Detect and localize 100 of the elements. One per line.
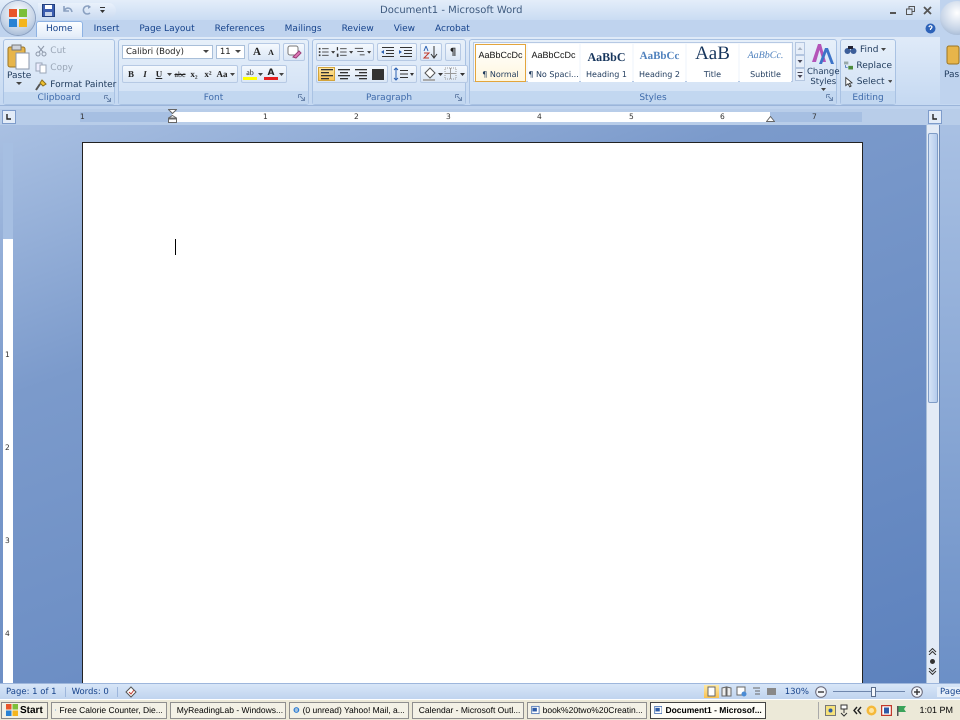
previous-page-icon[interactable] <box>928 648 937 655</box>
page-count[interactable]: Page: 1 of 1 <box>6 686 66 696</box>
flag-icon[interactable] <box>896 704 908 716</box>
dialog-launcher-icon[interactable] <box>826 94 833 101</box>
align-button[interactable] <box>318 67 335 81</box>
ribbon-tab[interactable]: Insert <box>84 21 128 37</box>
align-button[interactable] <box>335 67 352 81</box>
zoom-slider-thumb[interactable] <box>870 686 876 696</box>
taskbar-button[interactable]: book%20two%20Creatin... <box>526 702 647 718</box>
format-painter-button[interactable]: Format Painter <box>35 77 116 92</box>
decrease-indent-icon[interactable] <box>379 45 397 59</box>
style-option[interactable]: AaBbCcDc ¶ Normal <box>475 44 526 82</box>
zoom-in-icon[interactable] <box>911 686 923 698</box>
security-icon[interactable] <box>881 704 892 716</box>
superscript-button[interactable]: x² <box>201 67 215 81</box>
scroll-down-icon[interactable] <box>795 55 805 68</box>
ribbon-tab[interactable]: Mailings <box>276 21 331 37</box>
proofing-icon[interactable] <box>124 686 138 698</box>
ribbon-tab[interactable]: References <box>206 21 274 37</box>
more-styles-icon[interactable] <box>795 68 805 81</box>
next-page-icon[interactable] <box>928 668 937 675</box>
align-button[interactable] <box>369 67 386 81</box>
change-case-button[interactable]: Aa <box>215 67 229 81</box>
dropdown-caret-icon[interactable] <box>230 72 235 76</box>
dropdown-caret-icon[interactable] <box>167 72 172 76</box>
increase-indent-icon[interactable] <box>397 45 415 59</box>
scrollbar-thumb[interactable] <box>928 133 938 403</box>
ribbon-tab[interactable]: Page Layout <box>130 21 204 37</box>
font-color-button[interactable]: A <box>264 68 278 80</box>
restore-icon[interactable] <box>906 6 915 14</box>
network-icon[interactable] <box>840 704 850 716</box>
style-option[interactable]: AaB Title <box>687 44 738 82</box>
letters-icon <box>810 42 836 66</box>
ribbon-tab[interactable]: Home <box>36 21 83 37</box>
line-spacing-icon[interactable] <box>393 67 415 81</box>
office-button[interactable] <box>1 1 35 35</box>
sort-icon[interactable] <box>422 45 440 59</box>
start-button[interactable]: Start <box>1 702 48 718</box>
save-icon[interactable] <box>42 4 55 16</box>
show-formatting-marks-button[interactable]: ¶ <box>447 45 459 59</box>
taskbar-button[interactable]: Free Calorie Counter, Die... <box>50 702 167 718</box>
strikethrough-button[interactable]: abc <box>173 67 187 81</box>
word-count[interactable]: Words: 0 <box>72 686 118 696</box>
dropdown-caret-icon[interactable] <box>279 72 284 76</box>
paste-button[interactable]: Paste <box>7 43 32 92</box>
caret-icon <box>888 80 892 83</box>
bullets-icon[interactable] <box>318 45 336 59</box>
borders-icon[interactable] <box>444 67 466 81</box>
vertical-scrollbar[interactable] <box>926 125 939 683</box>
right-indent-marker-icon[interactable] <box>766 116 775 122</box>
view-button[interactable] <box>704 685 719 698</box>
indent-marker-icon[interactable] <box>168 109 177 123</box>
window-title: Document1 - Microsoft Word <box>380 4 523 16</box>
ribbon-tab[interactable]: Review <box>332 21 383 37</box>
find-button[interactable]: Find <box>844 42 892 57</box>
highlight-button[interactable]: ab <box>243 68 257 80</box>
taskbar-button[interactable]: Calendar - Microsoft Outl... <box>412 702 524 718</box>
change-styles-button[interactable]: Change Styles <box>807 42 840 91</box>
dialog-launcher-icon[interactable] <box>455 94 462 101</box>
taskbar-button[interactable]: (0 unread) Yahoo! Mail, a... <box>288 702 409 718</box>
shading-icon[interactable] <box>422 67 444 81</box>
view-button[interactable] <box>718 685 734 698</box>
align-icon <box>320 68 332 80</box>
ribbon-tab[interactable]: View <box>384 21 424 37</box>
dialog-launcher-icon[interactable] <box>104 95 111 102</box>
shrink-font-button[interactable]: A <box>264 45 278 59</box>
replace-button[interactable]: Replace <box>844 58 892 73</box>
help-icon[interactable] <box>925 23 936 34</box>
dropdown-caret-icon[interactable] <box>258 72 263 76</box>
grow-font-button[interactable]: A <box>250 45 264 59</box>
scissors-icon <box>35 44 48 56</box>
close-icon[interactable] <box>923 6 932 14</box>
paste-icon[interactable] <box>946 44 960 66</box>
subscript-button[interactable]: x₂ <box>187 67 201 81</box>
font-size-field[interactable]: 11 <box>216 45 245 59</box>
taskbar-button[interactable]: Document1 - Microsof... <box>650 702 766 718</box>
dialog-launcher-icon[interactable] <box>298 94 305 101</box>
tab-selector-icon[interactable] <box>2 110 16 124</box>
help-icon[interactable] <box>825 704 836 716</box>
font-family-field[interactable]: Calibri (Body) <box>122 45 213 59</box>
italic-button[interactable]: I <box>138 67 152 81</box>
taskbar-button[interactable]: MyReadingLab - Windows... <box>170 702 286 718</box>
zoom-out-icon[interactable] <box>815 686 827 698</box>
view-button[interactable] <box>734 685 749 698</box>
style-option[interactable]: AaBbCcDc ¶ No Spaci... <box>528 44 579 82</box>
zoom-level[interactable]: 130% <box>784 686 809 696</box>
browse-object-icon[interactable] <box>928 658 937 665</box>
ribbon-tab[interactable]: Acrobat <box>426 21 479 37</box>
bold-button[interactable]: B <box>124 67 138 81</box>
style-option[interactable]: AaBbC Heading 1 <box>581 44 632 82</box>
clear-formatting-icon[interactable] <box>285 45 303 59</box>
align-button[interactable] <box>352 67 369 81</box>
style-option[interactable]: AaBbCc. Subtitle <box>740 44 791 82</box>
customize-caret-icon[interactable] <box>99 6 106 14</box>
view-ruler-icon[interactable] <box>928 110 942 124</box>
select-button[interactable]: Select <box>844 74 892 89</box>
style-option[interactable]: AaBbCc Heading 2 <box>634 44 685 82</box>
show-hidden-icons-icon[interactable] <box>853 706 862 714</box>
underline-button[interactable]: U <box>152 67 166 81</box>
numbering-icon[interactable] <box>336 45 354 59</box>
